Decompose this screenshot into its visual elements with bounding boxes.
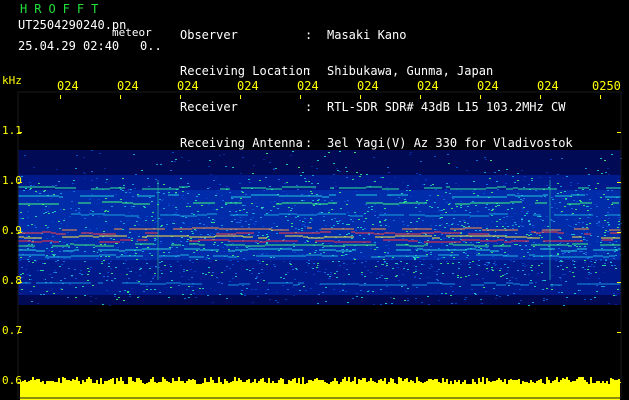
info-sep: :	[305, 100, 313, 114]
x-tick-label: 024	[177, 79, 199, 93]
x-tick-label: 024	[357, 79, 379, 93]
y-tick-label: 0.7	[2, 324, 22, 337]
capture-datetime: 25.04.29 02:40	[18, 39, 120, 53]
meteor-label: meteor	[112, 26, 152, 39]
x-tick-label: 024	[297, 79, 319, 93]
y-tick-label: 1.1	[2, 124, 22, 137]
info-value-receiver: RTL-SDR SDR# 43dB L15 103.2MHz CW	[327, 100, 566, 114]
y-tick-label: 0.6	[2, 374, 22, 387]
info-value-location: Shibukawa, Gunma, Japan	[327, 64, 494, 78]
x-tick-label: 024	[537, 79, 559, 93]
y-unit-label: kHz	[2, 74, 22, 87]
info-label-receiver: Receiver	[180, 100, 238, 114]
info-label-location: Receiving Location	[180, 64, 311, 78]
x-tick-label: 024	[57, 79, 79, 93]
info-sep: :	[305, 136, 313, 150]
x-tick-label: 024	[117, 79, 139, 93]
x-tick-label: 024	[237, 79, 259, 93]
meteor-count: 0..	[140, 39, 162, 53]
signal-level-meter	[20, 377, 620, 400]
x-tick-label: 024	[417, 79, 439, 93]
info-value-observer: Masaki Kano	[327, 28, 407, 42]
info-sep: :	[305, 64, 313, 78]
y-tick-label: 1.0	[2, 174, 22, 187]
file-name: UT2504290240.pn	[18, 18, 127, 32]
info-value-antenna: 3el Yagi(V) Az 330 for Vladivostok	[327, 136, 573, 150]
y-tick-label: 0.8	[2, 274, 22, 287]
x-tick-label: 024	[477, 79, 499, 93]
info-label-observer: Observer	[180, 28, 238, 42]
y-tick-label: 0.9	[2, 224, 22, 237]
info-label-antenna: Receiving Antenna	[180, 136, 303, 150]
program-name: HROFFT	[20, 2, 106, 16]
info-sep: :	[305, 28, 313, 42]
x-tick-label: 0250	[592, 79, 621, 93]
